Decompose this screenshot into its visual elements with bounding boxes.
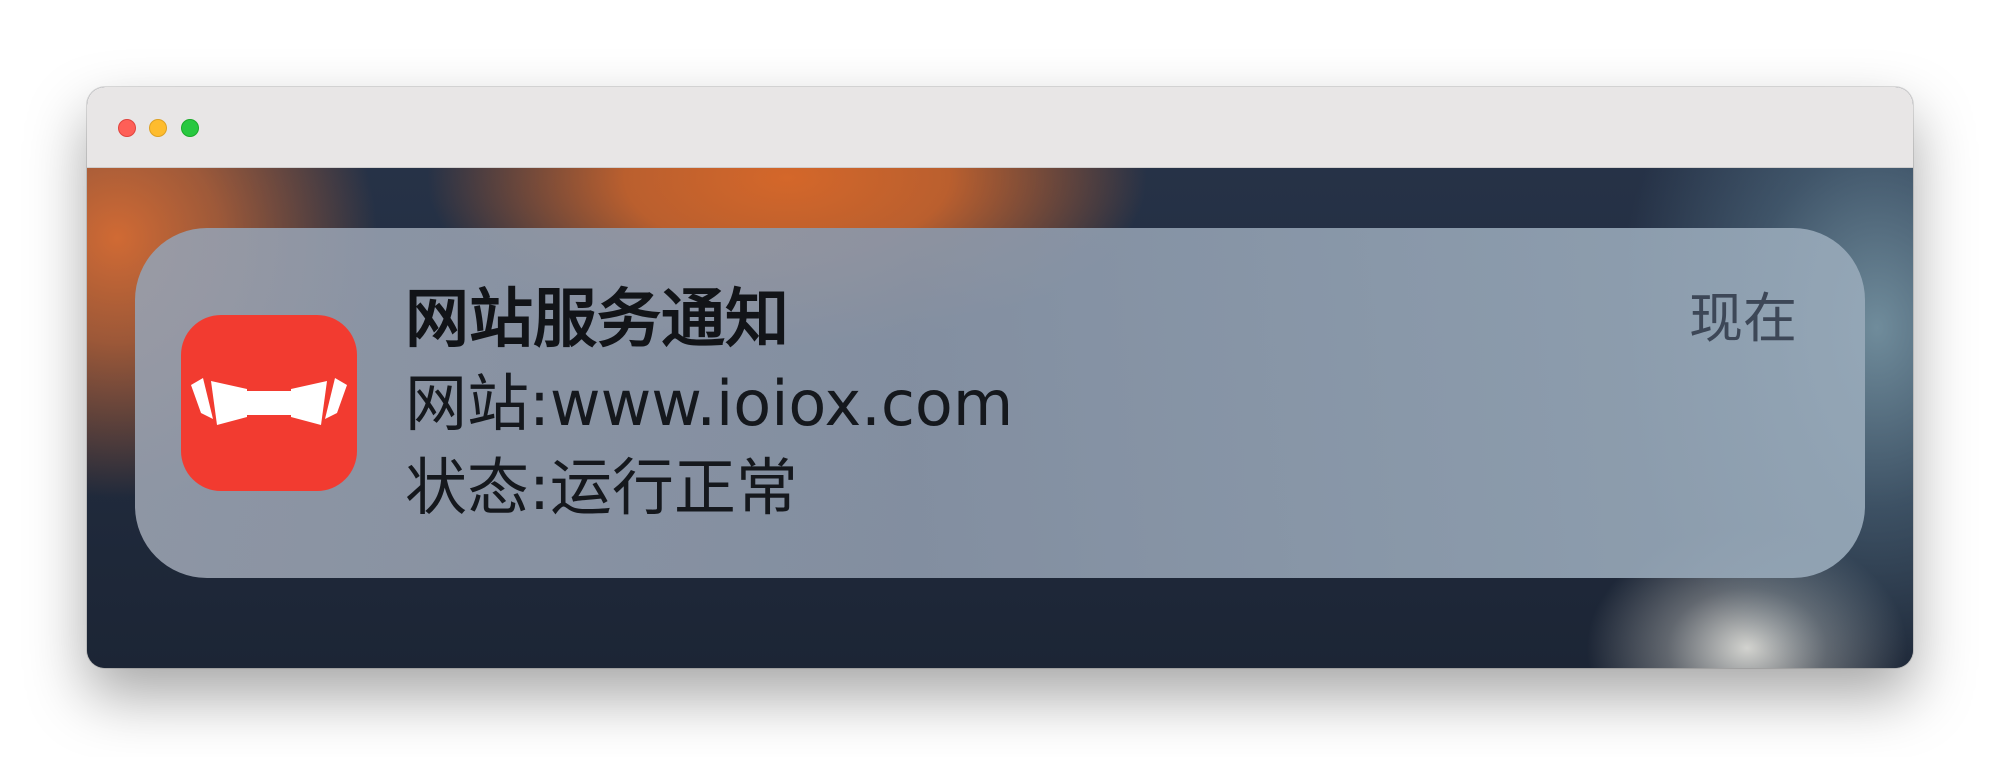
- title-bar: [87, 87, 1913, 168]
- bowtie-icon: [191, 378, 347, 425]
- notification-banner[interactable]: 网站服务通知 网站:www.ioiox.com 状态:运行正常 现在: [135, 228, 1865, 578]
- notification-title: 网站服务通知: [405, 283, 789, 357]
- notification-time: 现在: [1689, 287, 1797, 350]
- bowtie-app-icon: [181, 315, 357, 491]
- notification-status-line: 状态:运行正常: [405, 451, 798, 524]
- notification-site-line: 网站:www.ioiox.com: [405, 367, 1014, 440]
- close-button[interactable]: [118, 119, 136, 137]
- zoom-button[interactable]: [181, 119, 199, 137]
- desktop-background: 网站服务通知 网站:www.ioiox.com 状态:运行正常 现在: [87, 168, 1913, 668]
- app-window: 网站服务通知 网站:www.ioiox.com 状态:运行正常 现在: [87, 87, 1913, 668]
- minimize-button[interactable]: [149, 119, 167, 137]
